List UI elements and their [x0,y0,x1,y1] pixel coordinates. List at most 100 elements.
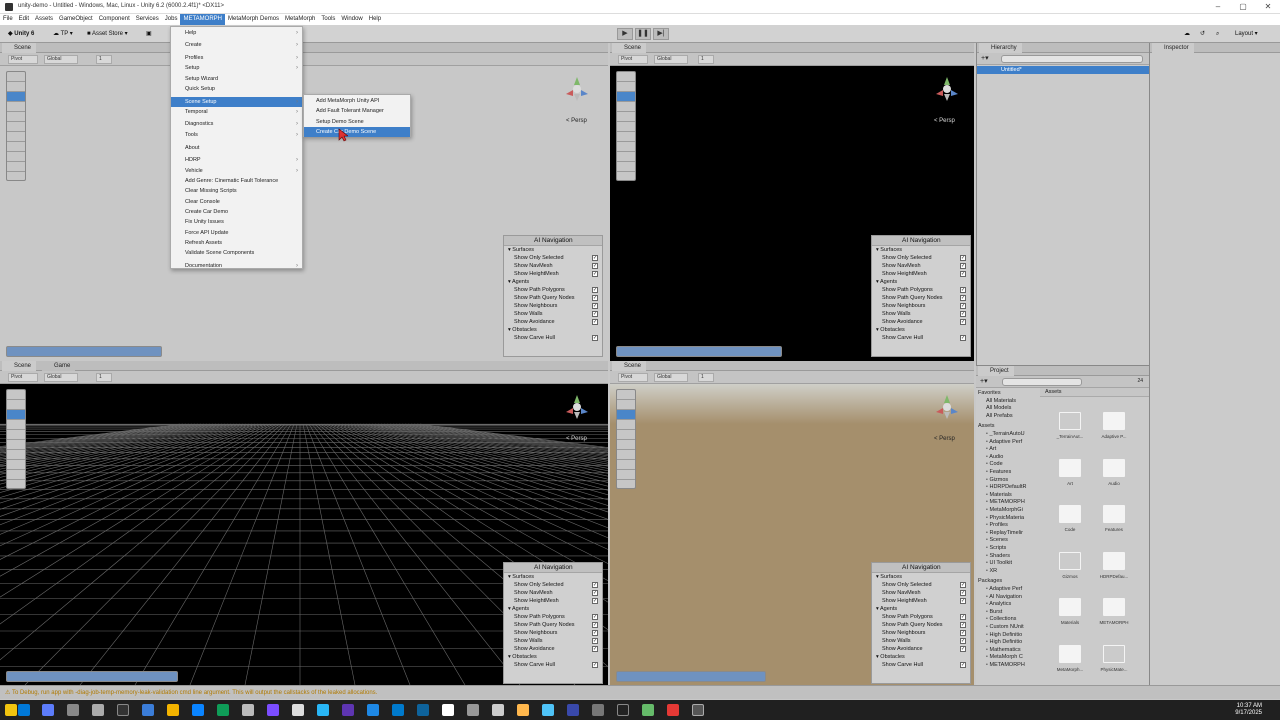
tree-item[interactable]: All Models [986,405,1011,413]
menu-item[interactable]: Temporal › [171,107,302,117]
tree-item[interactable]: ▪ Art [986,446,996,454]
ai-navigation-title[interactable]: AI Navigation [872,236,970,246]
app-icon[interactable] [242,704,254,716]
tree-item[interactable]: Assets [978,423,995,431]
asset-folder-tile[interactable]: Code [1055,505,1085,532]
asset-folder-tile[interactable]: Gizmos [1055,551,1085,579]
checkbox[interactable]: ✓ [960,646,966,652]
checkbox[interactable]: ✓ [960,598,966,604]
menu-item[interactable]: Setup Wizard [171,74,302,84]
checkbox[interactable]: ✓ [960,590,966,596]
file-explorer-icon[interactable] [167,704,179,716]
asset-folder-tile[interactable]: PhysicMate... [1099,644,1129,672]
section-header[interactable]: ▾ Surfaces [872,246,970,254]
scene-tools-strip[interactable] [616,71,636,181]
app-icon[interactable] [317,704,329,716]
asset-folder-tile[interactable]: Features [1099,505,1129,532]
tree-item[interactable]: Packages [978,578,1002,586]
system-clock[interactable]: 10:37 AM 9/17/2025 [1235,703,1262,717]
checkbox[interactable]: ✓ [592,646,598,652]
tree-item[interactable]: ▪ Scripts [986,545,1006,553]
section-header[interactable]: ▾ Surfaces [504,246,602,254]
asset-folder-tile[interactable]: _TerrainAut... [1055,412,1085,439]
tree-item[interactable]: ▪ PhysicMateria [986,515,1024,523]
tree-item[interactable]: ▪ Burst [986,609,1002,617]
ai-navigation-overlay[interactable]: AI Navigation ▾ Surfaces Show Only Selecte… [871,235,971,357]
orientation-gizmo-icon[interactable] [932,392,962,430]
project-search-input[interactable] [1002,378,1082,386]
pivot-dropdown[interactable]: Pivot [618,55,648,64]
checkbox[interactable]: ✓ [592,303,598,309]
scene-tools-strip[interactable] [6,71,26,181]
menu-component[interactable]: Component [96,14,133,25]
scene-tools-strip[interactable] [616,389,636,489]
menu-item[interactable]: Vehicle › [171,166,302,176]
checkbox[interactable]: ✓ [592,255,598,261]
tree-item[interactable]: ▪ Materials [986,492,1012,500]
checkbox[interactable]: ✓ [592,271,598,277]
menu-item[interactable]: Scene Setup › [171,97,302,107]
app-icon[interactable] [492,704,504,716]
tree-item[interactable]: ▪ Profiles [986,522,1008,530]
section-header[interactable]: ▾ Surfaces [504,573,602,581]
checkbox[interactable]: ✓ [960,630,966,636]
section-header[interactable]: ▾ Agents [504,605,602,613]
checkbox[interactable]: ✓ [960,638,966,644]
app-icon[interactable] [367,704,379,716]
app-icon[interactable] [342,704,354,716]
global-dropdown[interactable]: Global [44,55,78,64]
menu-item[interactable]: Help › [171,28,302,38]
tab-inspector[interactable]: Inspector [1152,43,1194,53]
menu-metamorph-demos[interactable]: MetaMorph Demos [225,14,282,25]
menu-item[interactable]: Refresh Assets [171,238,302,248]
orientation-gizmo-icon[interactable] [562,392,592,430]
unity-taskbar-icon[interactable] [692,704,704,716]
overlay-toolbar[interactable] [616,346,782,357]
menu-jobs[interactable]: Jobs [162,14,181,25]
app-icon[interactable] [67,704,79,716]
section-header[interactable]: ▾ Surfaces [872,573,970,581]
menu-item[interactable]: HDRP › [171,155,302,165]
checkbox[interactable]: ✓ [592,614,598,620]
menu-item[interactable]: Clear Missing Scripts [171,186,302,196]
app-icon[interactable] [617,704,629,716]
menu-metamorph[interactable]: MetaMorph [282,14,318,25]
global-dropdown[interactable]: Global [654,373,688,382]
checkbox[interactable]: ✓ [592,287,598,293]
tree-item[interactable]: ▪ METAMORPH [986,499,1025,507]
checkbox[interactable]: ✓ [592,662,598,668]
account-button[interactable]: ☁ TP ▾ [50,28,76,40]
pause-icon[interactable]: ❚❚ [635,28,651,40]
add-icon[interactable]: +▾ [980,377,988,385]
menu-metamorph-caps[interactable]: METAMORPH [180,14,226,25]
menu-item[interactable]: Validate Scene Components [171,248,302,258]
vscode-icon[interactable] [417,704,429,716]
asset-folder-tile[interactable]: Art [1055,458,1085,486]
checkbox[interactable]: ✓ [960,319,966,325]
overlay-toolbar[interactable] [6,346,162,357]
start-icon[interactable] [18,704,30,716]
tree-item[interactable]: ▪ Audio [986,454,1003,462]
app-icon[interactable] [192,704,204,716]
scene-root-item[interactable]: Untitled* [977,66,1149,74]
ai-navigation-overlay[interactable]: AI Navigation ▾ Surfaces Show Only Selecte… [503,235,603,357]
tree-item[interactable]: All Prefabs [986,413,1013,421]
tree-item[interactable]: ▪ Adaptive Perf [986,586,1022,594]
close-button[interactable]: ✕ [1260,2,1276,12]
version-control-icon[interactable]: ▣ [143,28,155,40]
menu-tools[interactable]: Tools [318,14,338,25]
scene-tools-strip[interactable] [6,389,26,489]
settings-icon[interactable] [92,704,104,716]
tab-game[interactable]: Game [42,361,76,371]
checkbox[interactable]: ✓ [592,263,598,269]
checkbox[interactable]: ✓ [960,287,966,293]
vscode-icon[interactable] [392,704,404,716]
layout-dropdown[interactable]: Layout ▾ [1232,28,1261,40]
ai-navigation-title[interactable]: AI Navigation [504,563,602,573]
persp-label[interactable]: < Persp [566,118,587,124]
section-header[interactable]: ▾ Obstacles [872,326,970,334]
checkbox[interactable]: ✓ [592,598,598,604]
app-icon[interactable] [542,704,554,716]
tree-item[interactable]: ▪ Shaders [986,553,1010,561]
pivot-dropdown[interactable]: Pivot [8,373,38,382]
